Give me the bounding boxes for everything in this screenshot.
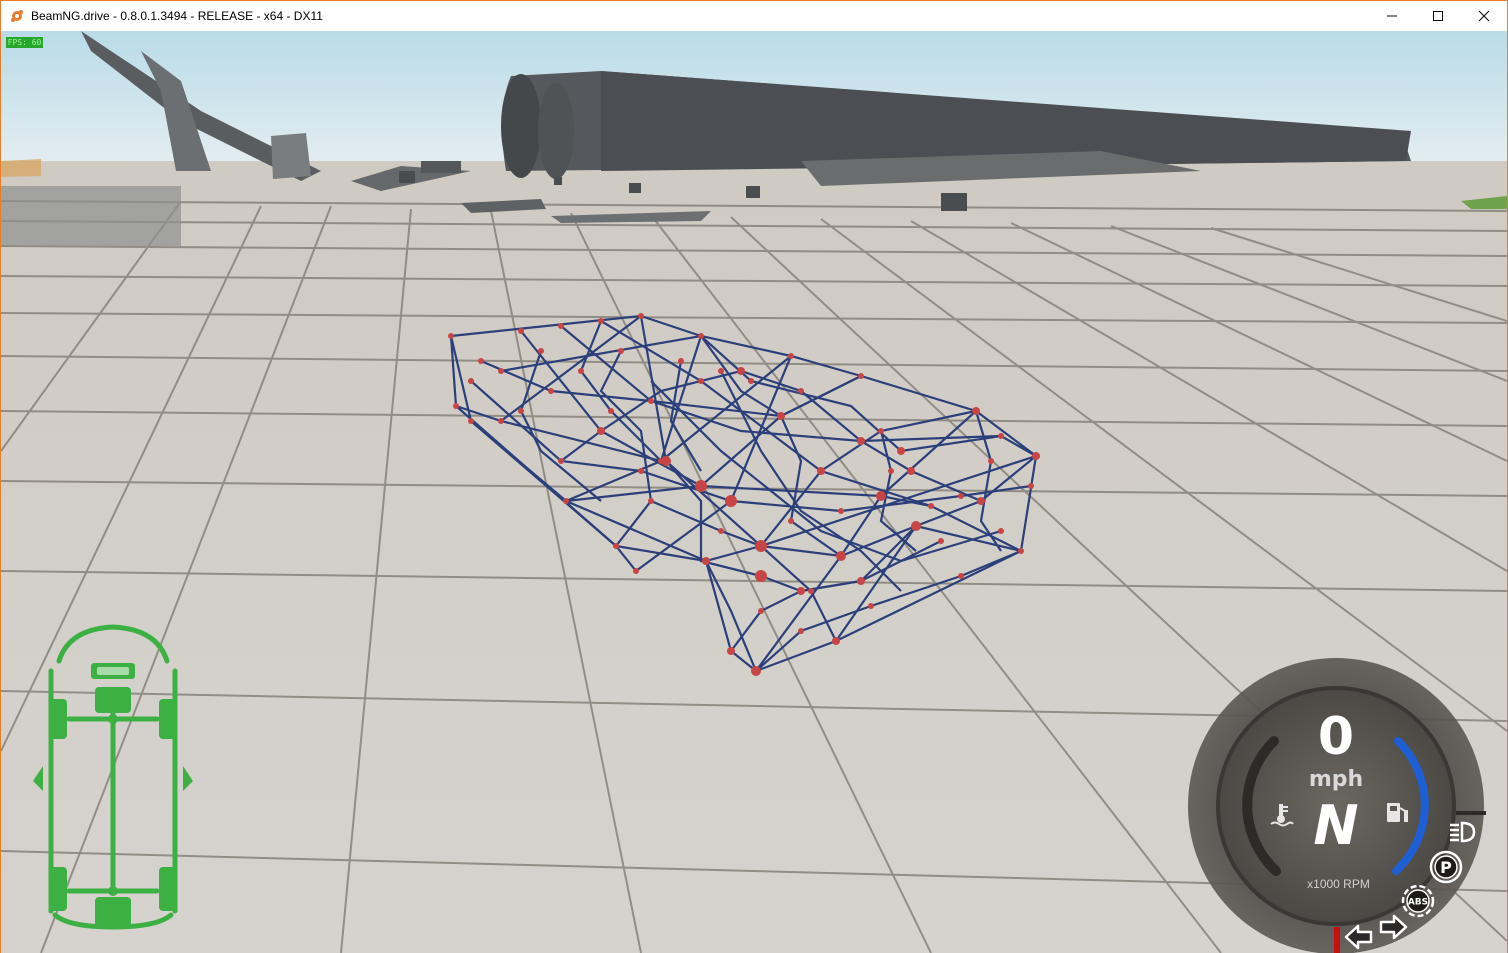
- rear-right-tire: [159, 867, 177, 911]
- front-right-tire: [159, 699, 177, 739]
- fps-counter: FPS: 60: [6, 37, 43, 48]
- redline-marker: [1334, 927, 1340, 953]
- speed-unit: mph: [1308, 767, 1364, 792]
- fuel-tank: [95, 897, 131, 927]
- right-mirror: [183, 766, 193, 791]
- damage-outline-front: [56, 624, 170, 664]
- coolant-temp-icon: [1270, 804, 1294, 827]
- minimize-button[interactable]: [1369, 1, 1415, 31]
- vehicle-damage-diagram[interactable]: [29, 621, 197, 931]
- right-turn-signal-icon: [1379, 914, 1408, 940]
- parking-brake-icon: P: [1429, 850, 1463, 884]
- speedometer-gauge: 0 mph N x1000 RPM P ABS: [1186, 631, 1486, 953]
- game-viewport[interactable]: FPS: 60 0 mph N x1000 RPM P ABS: [1, 31, 1507, 953]
- headlight-icon: [1450, 821, 1476, 843]
- rpm-label: x1000 RPM: [1307, 877, 1370, 891]
- maximize-icon: [1433, 11, 1443, 21]
- minimize-icon: [1387, 15, 1397, 17]
- rear-left-tire: [49, 867, 67, 911]
- fuel-icon: [1387, 803, 1408, 822]
- title-bar[interactable]: BeamNG.drive - 0.8.0.1.3494 - RELEASE - …: [1, 1, 1507, 31]
- window-title: BeamNG.drive - 0.8.0.1.3494 - RELEASE - …: [31, 9, 323, 23]
- left-turn-signal-icon: [1344, 924, 1373, 950]
- window-controls: [1369, 1, 1507, 31]
- gear-indicator: N: [1313, 794, 1359, 857]
- svg-text:P: P: [1440, 858, 1452, 877]
- speed-value: 0: [1317, 707, 1355, 767]
- close-icon: [1478, 10, 1490, 22]
- beamng-app-icon: [11, 10, 23, 22]
- left-mirror: [33, 766, 43, 791]
- svg-text:ABS: ABS: [1408, 898, 1428, 908]
- differential-front: [108, 714, 118, 724]
- differential-rear: [108, 886, 118, 896]
- front-left-tire: [49, 699, 67, 739]
- close-button[interactable]: [1461, 1, 1507, 31]
- game-window: BeamNG.drive - 0.8.0.1.3494 - RELEASE - …: [0, 0, 1508, 953]
- engine: [95, 687, 131, 713]
- maximize-button[interactable]: [1415, 1, 1461, 31]
